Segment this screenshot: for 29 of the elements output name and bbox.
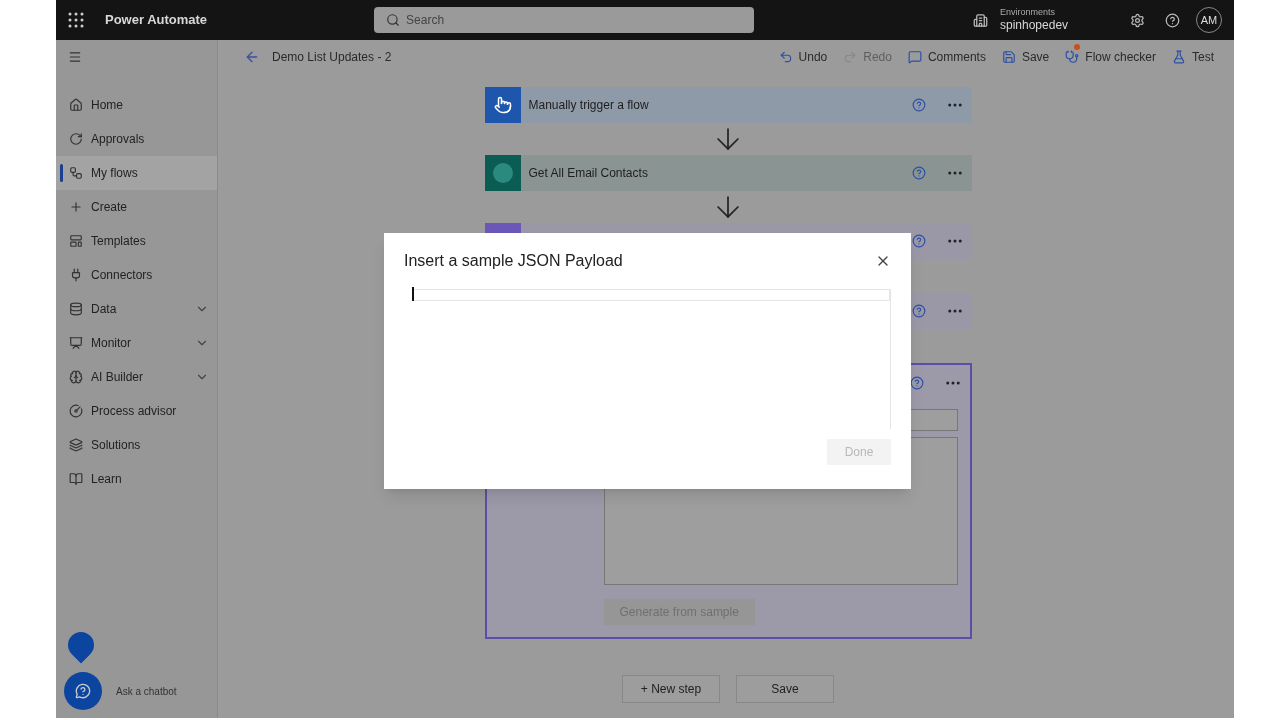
app-name: Power Automate	[105, 11, 208, 30]
sidebar-item[interactable]: Learn	[56, 462, 217, 496]
search-field[interactable]: Search	[374, 7, 755, 33]
toolbar-button[interactable]: Comments	[907, 48, 986, 66]
toolbar-button[interactable]: Save	[1001, 48, 1050, 66]
chatbot-label[interactable]: Ask a chatbot	[116, 683, 177, 699]
sidebar-item[interactable]: My flows	[56, 156, 217, 190]
sidebar-item[interactable]: Connectors	[56, 258, 217, 292]
sidebar-item[interactable]: Process advisor	[56, 394, 217, 428]
sidebar-item[interactable]: Monitor	[56, 326, 217, 360]
flow-step-card[interactable]: Manually trigger a flow	[484, 87, 972, 123]
toolbar-button[interactable]: Undo	[778, 48, 828, 66]
environment-name[interactable]: spinhopedev	[1000, 18, 1130, 34]
sidebar-item[interactable]: Data	[56, 292, 217, 326]
step-title: Manually trigger a flow	[528, 97, 649, 114]
save-button[interactable]: Save	[736, 675, 834, 703]
environment-label: Environments	[1000, 6, 1057, 19]
new-step-button[interactable]: + New step	[622, 675, 720, 703]
flow-step-card[interactable]: Get All Email Contacts	[484, 155, 972, 191]
flow-title: Demo List Updates - 2	[272, 49, 392, 66]
sidebar-item[interactable]: AI Builder	[56, 360, 217, 394]
sidebar-item[interactable]: Templates	[56, 224, 217, 258]
step-title: Get All Email Contacts	[528, 165, 648, 182]
sidebar-item[interactable]: Approvals	[56, 122, 217, 156]
sidebar-item[interactable]: Solutions	[56, 428, 217, 462]
sidebar-item[interactable]: Home	[56, 88, 217, 122]
toolbar-button[interactable]: Test	[1172, 48, 1214, 66]
sidebar-item[interactable]: Create	[56, 190, 217, 224]
dialog-title: Insert a sample JSON Payload	[404, 251, 624, 271]
